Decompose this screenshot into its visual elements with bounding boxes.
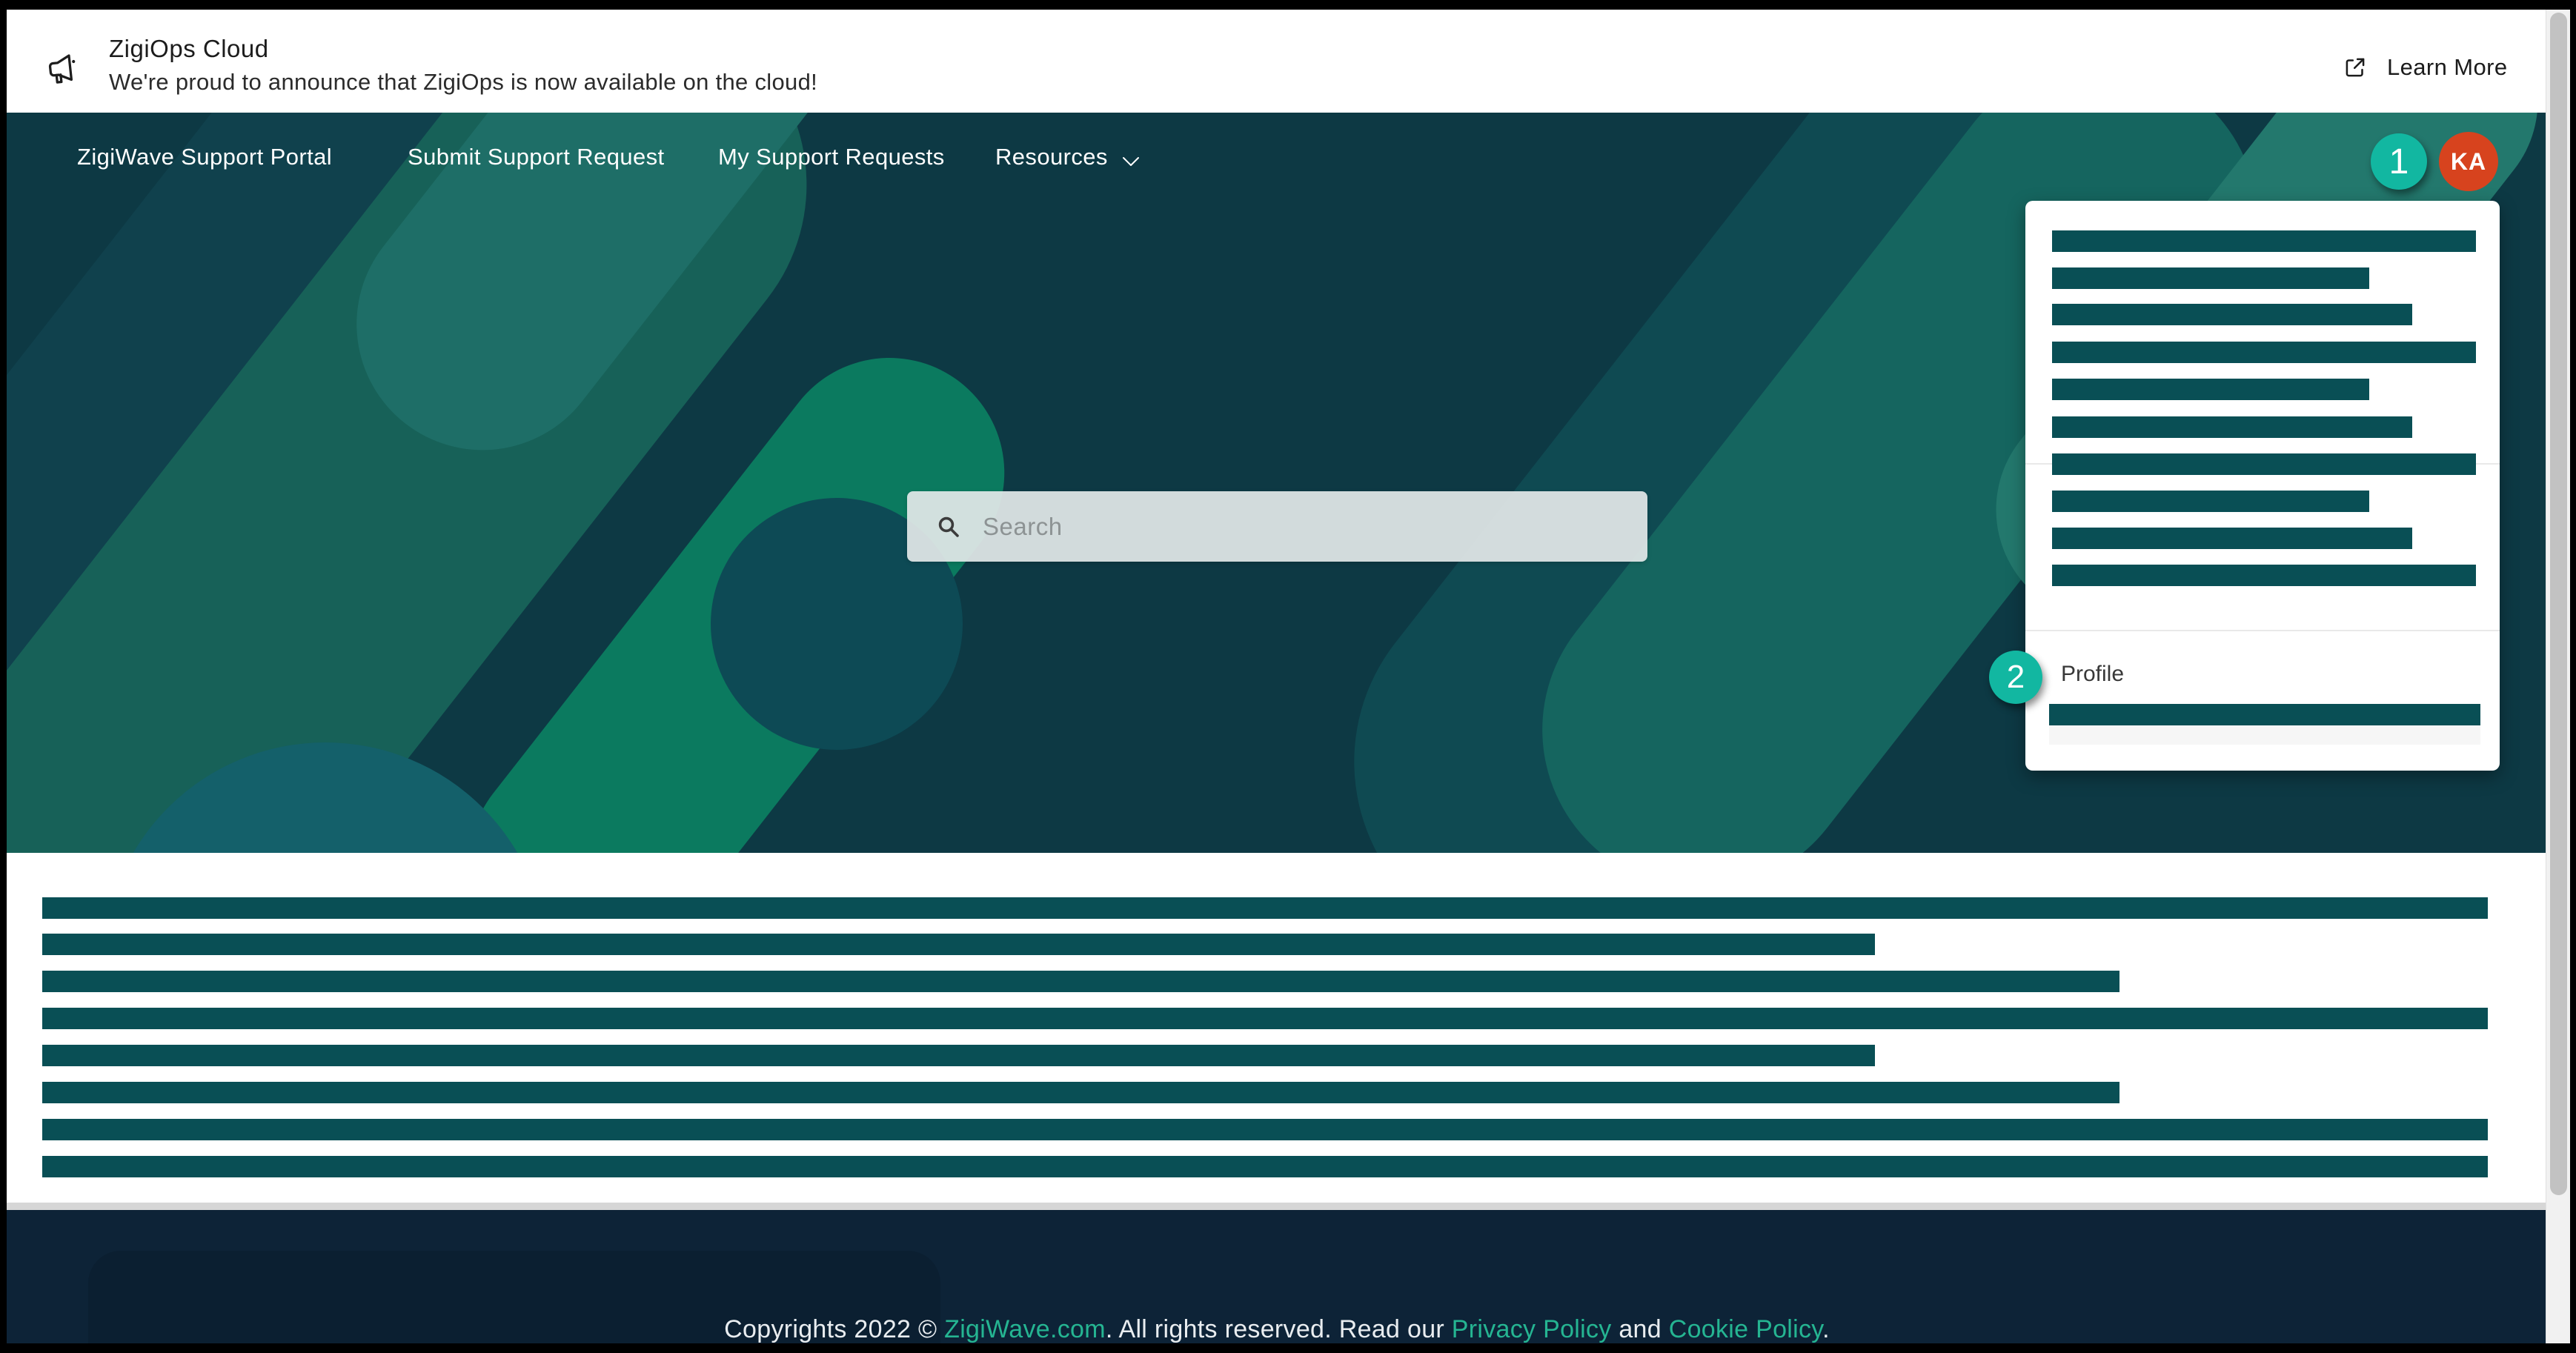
redacted-menu-item[interactable] [2052, 230, 2476, 252]
redacted-menu-item[interactable] [2052, 416, 2412, 438]
redacted-text-line [42, 1045, 1875, 1066]
copyright-prefix: Copyrights 2022 © [724, 1315, 944, 1343]
search-input[interactable] [981, 512, 1647, 542]
nav-item-submit-support-request[interactable]: Submit Support Request [408, 144, 665, 170]
external-link-icon [2341, 53, 2369, 82]
annotation-marker-1: 1 [2371, 133, 2427, 190]
redacted-menu-item[interactable] [2052, 342, 2476, 363]
scrollbar-thumb[interactable] [2550, 13, 2567, 1195]
nav-brand-zigiwave-support-portal[interactable]: ZigiWave Support Portal [77, 144, 332, 170]
copyright-line: Copyrights 2022 © ZigiWave.com. All righ… [7, 1315, 2547, 1344]
main-content-section [7, 853, 2547, 1203]
zigiwave-support-portal-page: { "announcement": { "title": "ZigiOps Cl… [0, 0, 2576, 1353]
scrollbar-track[interactable] [2546, 10, 2571, 1343]
copyright-middle: . All rights reserved. Read our [1106, 1315, 1452, 1343]
redacted-menu-item[interactable] [2049, 704, 2480, 725]
screen-frame [0, 0, 7, 1353]
search-bar[interactable] [907, 491, 1647, 562]
announcement-bar: ZigiOps Cloud We're proud to announce th… [7, 10, 2546, 113]
announcement-title: ZigiOps Cloud [109, 35, 269, 63]
redacted-text-line [42, 934, 1875, 955]
menu-item-profile[interactable]: Profile [2061, 662, 2124, 687]
redacted-menu-item[interactable] [2052, 267, 2369, 289]
copyright-and: and [1612, 1315, 1669, 1343]
announcement-message: We're proud to announce that ZigiOps is … [109, 69, 817, 96]
redacted-menu-item[interactable] [2052, 453, 2476, 475]
redacted-text-line [42, 1156, 2488, 1177]
redacted-menu-item[interactable] [2052, 379, 2369, 400]
menu-divider [2025, 630, 2500, 631]
screen-frame [2570, 0, 2576, 1353]
section-divider [7, 1203, 2547, 1210]
learn-more-label: Learn More [2387, 54, 2508, 81]
redacted-menu-item[interactable] [2052, 491, 2369, 512]
redacted-menu-item[interactable] [2052, 528, 2412, 549]
menu-item-highlight [2049, 725, 2480, 745]
user-dropdown-menu: Profile [2025, 201, 2500, 771]
privacy-policy-link[interactable]: Privacy Policy [1452, 1315, 1612, 1343]
annotation-marker-2: 2 [1989, 651, 2042, 704]
redacted-menu-item[interactable] [2052, 304, 2412, 325]
screen-frame [0, 0, 2576, 10]
search-icon [935, 513, 962, 540]
zigiwave-com-link[interactable]: ZigiWave.com [944, 1315, 1106, 1343]
megaphone-icon [43, 46, 89, 92]
redacted-text-line [42, 1008, 2488, 1029]
nav-item-my-support-requests[interactable]: My Support Requests [718, 144, 945, 170]
footer: Copyrights 2022 © ZigiWave.com. All righ… [7, 1210, 2547, 1353]
cookie-policy-link[interactable]: Cookie Policy [1669, 1315, 1822, 1343]
learn-more-link[interactable]: Learn More [2341, 45, 2508, 90]
redacted-text-line [42, 971, 2119, 992]
screen-frame [0, 1343, 2576, 1353]
redacted-text-line [42, 1119, 2488, 1140]
copyright-suffix: . [1822, 1315, 1830, 1343]
redacted-text-line [42, 897, 2488, 919]
chevron-down-icon[interactable] [1121, 156, 1141, 167]
redacted-text-line [42, 1082, 2119, 1103]
nav-item-resources[interactable]: Resources [995, 144, 1108, 170]
redacted-menu-item[interactable] [2052, 565, 2476, 586]
user-avatar[interactable]: KA [2439, 132, 2498, 191]
